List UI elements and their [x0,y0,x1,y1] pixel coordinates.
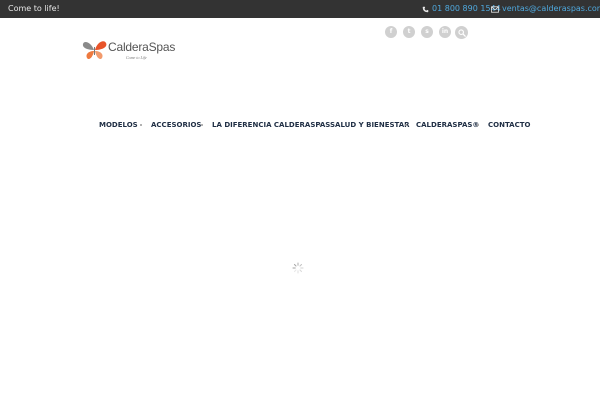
site-logo[interactable]: CalderaSpas Come to Life [82,38,182,64]
nav-separator [319,124,321,126]
nav-item-calderaspas[interactable]: CALDERASPAS® [416,120,479,130]
skype-icon[interactable]: s [421,26,433,38]
search-button[interactable] [455,26,468,39]
phone-icon [422,6,429,12]
nav-item-contacto[interactable]: CONTACTO [488,120,530,130]
nav-separator [477,124,479,126]
nav-separator [405,124,407,126]
phone-link[interactable]: 01 800 890 1544 [422,4,501,14]
linkedin-icon[interactable]: in [439,26,451,38]
main-nav: MODELOS ACCESORIOS LA DIFERENCIA CALDERA… [0,120,600,132]
site-tagline: Come to life! [8,4,60,13]
nav-separator [201,124,203,126]
envelope-icon [491,5,499,13]
logo-tagline: Come to Life [126,55,147,60]
nav-item-la-diferencia[interactable]: LA DIFERENCIA CALDERASPAS [212,120,330,130]
nav-item-salud-y-bienestar[interactable]: SALUD Y BIENESTAR [330,120,410,130]
loading-spinner-icon [292,262,304,274]
butterfly-logo-icon [82,41,107,60]
social-links: f t s in [385,26,451,38]
search-icon [457,28,466,37]
nav-item-modelos[interactable]: MODELOS [99,120,138,130]
email-link[interactable]: ventas@calderaspas.com.mx [491,4,600,14]
facebook-icon[interactable]: f [385,26,397,38]
email-address[interactable]: ventas@calderaspas.com.mx [502,4,600,14]
nav-separator [140,124,142,126]
nav-item-accesorios[interactable]: ACCESORIOS [151,120,201,130]
twitter-icon[interactable]: t [403,26,415,38]
top-bar: Come to life! 01 800 890 1544 ventas@cal… [0,0,600,18]
logo-wordmark: CalderaSpas [108,40,176,54]
